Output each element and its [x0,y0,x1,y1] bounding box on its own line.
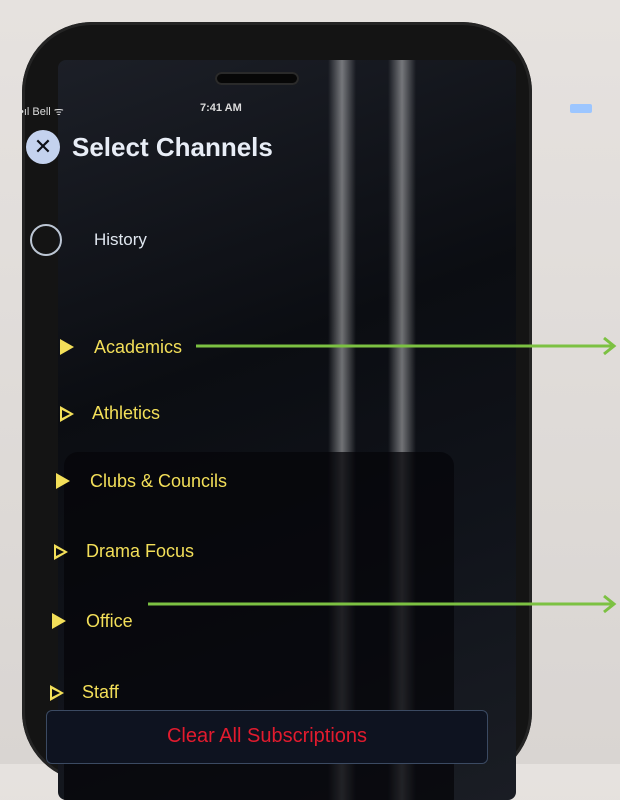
arrow-academics [196,336,617,356]
arrow-office [148,594,617,614]
annotation-arrows [148,336,617,614]
